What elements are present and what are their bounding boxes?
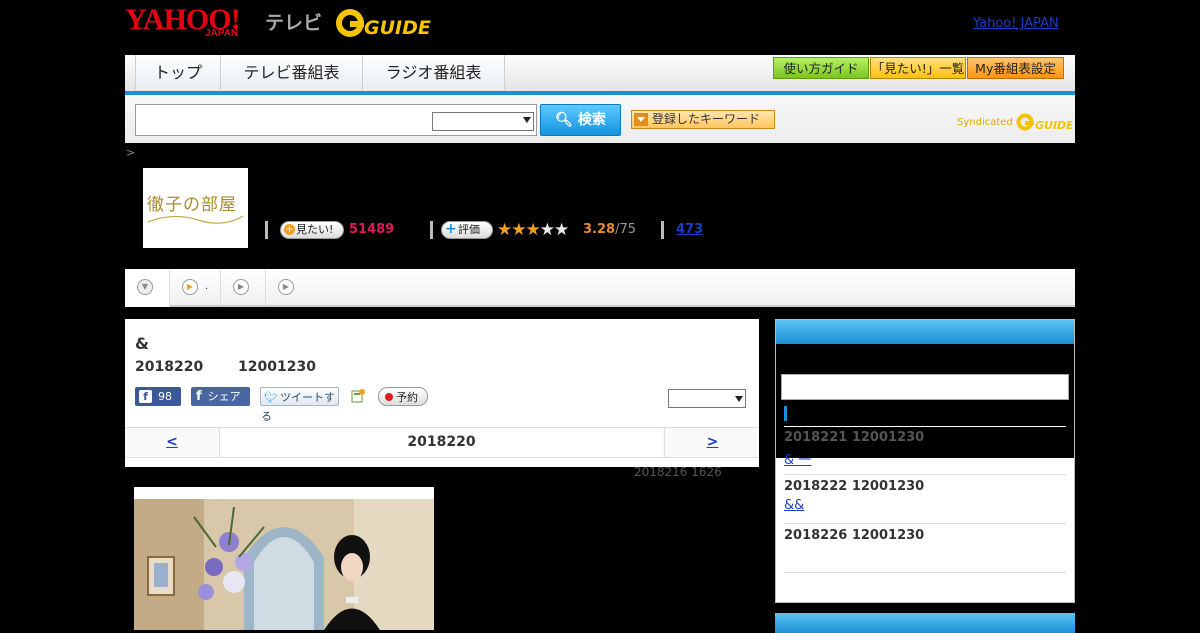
- chevron-down-icon: ▼: [137, 279, 153, 295]
- bookmark-add-icon[interactable]: [351, 388, 365, 403]
- search-bar: 🔍︎ 検索 登録したキーワード Syndicated GUIDE: [125, 95, 1075, 143]
- tab-radio-schedule[interactable]: ラジオ番組表: [362, 55, 505, 90]
- sidebar-item-link[interactable]: & 一: [784, 449, 811, 468]
- my-schedule-settings-button[interactable]: My番組表設定: [967, 57, 1064, 79]
- syndicated-gguide-logo: Syndicated GUIDE: [957, 111, 1074, 133]
- sidebar-item-link[interactable]: &&: [784, 498, 804, 513]
- sidebar-input[interactable]: [781, 374, 1069, 400]
- tab-tv-schedule[interactable]: テレビ番組表: [220, 55, 363, 90]
- divider: [265, 221, 268, 239]
- search-category-select[interactable]: [432, 112, 534, 131]
- plus-icon: +: [445, 221, 457, 237]
- gguide-logo[interactable]: GUIDE: [335, 6, 431, 40]
- breadcrumb: >: [126, 146, 136, 159]
- play-icon: ▶: [233, 279, 249, 295]
- tv-logo-text: テレビ: [265, 12, 323, 34]
- record-icon: [385, 393, 393, 401]
- updated-timestamp: 2018216 1626: [634, 465, 722, 479]
- star-empty-icon: ★: [554, 220, 569, 240]
- air-time: 12001230: [238, 359, 316, 375]
- star-filled-icon: ★: [525, 220, 541, 240]
- upcoming-broadcasts-panel: 2018221 12001230 & 一 2018222 12001230 &&…: [775, 319, 1075, 603]
- sidebar-separator: [784, 572, 1066, 573]
- facebook-icon: f: [139, 390, 152, 403]
- sidebar-item-datetime: 2018222 12001230: [784, 479, 925, 494]
- mitai-list-button[interactable]: 「見たい!」一覧: [870, 57, 966, 79]
- mitai-label: 見たい!: [296, 223, 334, 236]
- facebook-like-count: 98: [158, 390, 172, 403]
- sidebar-item-datetime: 2018226 12001230: [784, 528, 925, 543]
- star-filled-icon: ★: [511, 220, 526, 240]
- program-photo: [134, 487, 434, 630]
- rating-max: /75: [615, 222, 636, 237]
- rate-button[interactable]: +評価: [441, 221, 493, 239]
- facebook-icon: f: [196, 389, 202, 404]
- star-filled-icon: ★: [497, 220, 512, 240]
- rating-value: 3.28: [583, 222, 616, 237]
- prev-day-link[interactable]: <: [125, 428, 220, 457]
- divider: [430, 221, 433, 239]
- tab-dot: .: [205, 281, 209, 292]
- reserve-button[interactable]: 予約: [378, 387, 428, 406]
- dropdown-arrow-icon: [634, 113, 648, 126]
- chevron-down-icon: [735, 396, 743, 402]
- current-date: 2018220: [220, 428, 663, 457]
- yahoo-japan-logo-text: JAPAN: [205, 28, 239, 39]
- main-nav: トップ テレビ番組表 ラジオ番組表 使い方ガイド 「見たい!」一覧 My番組表設…: [125, 55, 1075, 95]
- air-date: 2018220: [135, 359, 204, 375]
- tab-fourth[interactable]: ▶: [266, 269, 310, 305]
- facebook-share-label: シェア: [207, 390, 241, 403]
- syndicated-text: Syndicated: [957, 117, 1013, 128]
- reserve-label: 予約: [396, 391, 418, 404]
- facebook-like-button[interactable]: f 98: [135, 387, 181, 406]
- tab-top[interactable]: トップ: [135, 55, 221, 90]
- search-button-label: 検索: [577, 112, 606, 128]
- thumbnail-decoration: [147, 215, 244, 224]
- rate-label: 評価: [458, 223, 480, 236]
- rating-stars: ★★★★★: [497, 220, 569, 240]
- saved-keywords-button[interactable]: 登録したキーワード: [631, 110, 775, 129]
- svg-text:GUIDE: GUIDE: [364, 17, 431, 39]
- sidebar-item-datetime: 2018221 12001230: [784, 430, 925, 445]
- chevron-down-icon: [523, 117, 531, 123]
- yahoo-japan-link[interactable]: Yahoo! JAPAN: [973, 16, 1059, 31]
- date-navigation: < 2018220 >: [125, 427, 759, 458]
- twitter-bird-icon: 🐦︎: [264, 391, 278, 404]
- calendar-select[interactable]: [668, 389, 746, 408]
- star-empty-icon: ★: [539, 220, 555, 240]
- mitai-count: 51489: [349, 222, 395, 237]
- tab-third[interactable]: ▶: [221, 269, 266, 305]
- play-icon: ▶: [278, 279, 294, 295]
- photo-illustration: [134, 499, 434, 630]
- program-detail-panel: & 2018220 12001230 f 98 f シェア 🐦︎ ツイートする 予約 …: [125, 319, 759, 467]
- facebook-share-button[interactable]: f シェア: [191, 387, 250, 406]
- sidebar-separator: [784, 474, 1066, 475]
- sidebar-separator: [784, 523, 1066, 524]
- plus-icon: +: [284, 224, 295, 235]
- tweet-button[interactable]: 🐦︎ ツイートする: [260, 387, 339, 423]
- program-tabs: ▼ ▶ . ▶ ▶: [125, 269, 1075, 307]
- sidebar-second-header: [775, 613, 1075, 633]
- sidebar-marker: [784, 406, 787, 421]
- sidebar-divider: [784, 426, 1066, 427]
- usage-guide-button[interactable]: 使い方ガイド: [773, 57, 869, 79]
- play-icon: ▶: [182, 279, 198, 295]
- tab-second[interactable]: ▶ .: [170, 269, 221, 305]
- gguide-small-logo: GUIDE: [1016, 113, 1074, 132]
- search-button[interactable]: 🔍︎ 検索: [540, 104, 621, 136]
- next-day-link[interactable]: >: [664, 428, 760, 457]
- search-icon: 🔍︎: [555, 112, 573, 128]
- review-count-link[interactable]: 473: [676, 222, 703, 237]
- divider: [661, 221, 664, 239]
- sidebar-header: [776, 320, 1074, 344]
- tab-info[interactable]: ▼: [125, 269, 170, 307]
- rating-score: 3.28/75: [583, 222, 636, 237]
- mitai-button[interactable]: + 見たい!: [280, 221, 344, 239]
- program-thumbnail[interactable]: 徹子の部屋: [143, 168, 248, 248]
- program-title: &: [135, 334, 149, 353]
- svg-text:GUIDE: GUIDE: [1035, 119, 1072, 132]
- saved-keywords-label: 登録したキーワード: [652, 112, 761, 126]
